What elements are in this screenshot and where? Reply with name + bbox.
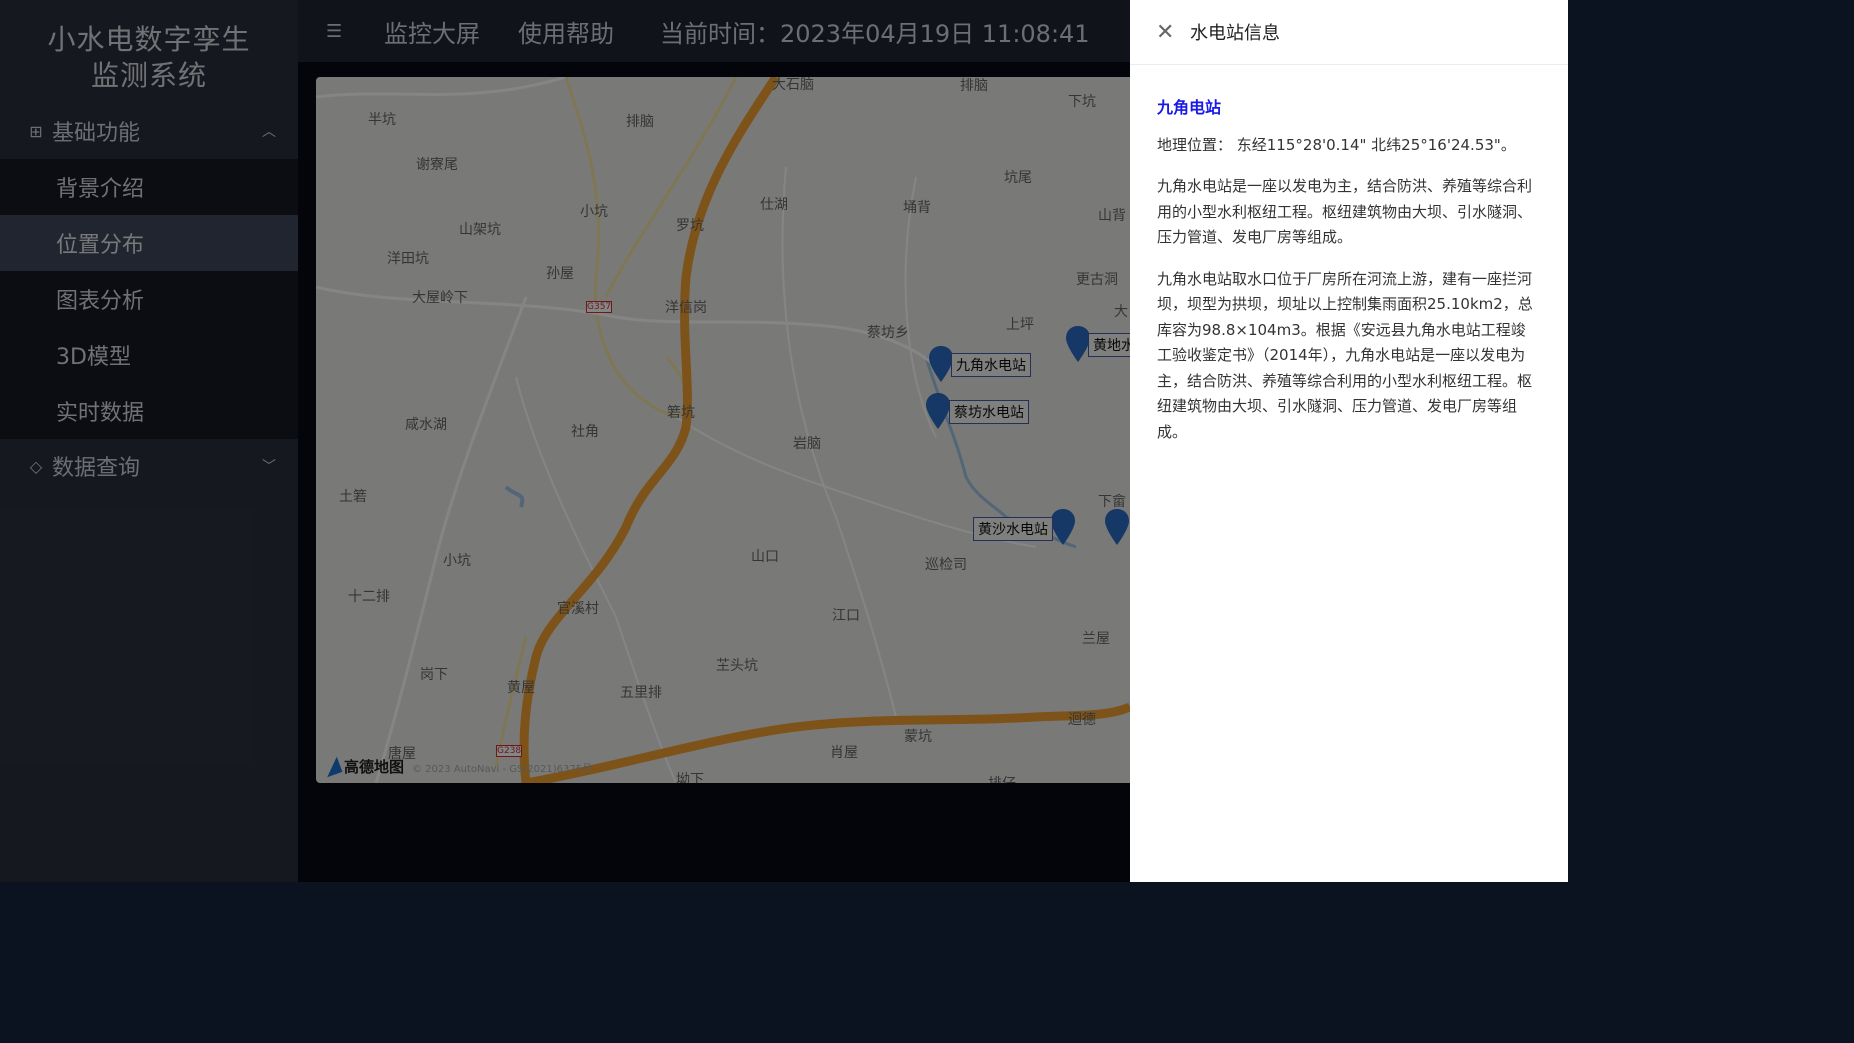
amap-logo-icon — [321, 756, 343, 777]
station-description-2: 九角水电站取水口位于厂房所在河流上游，建有一座拦河坝，坝型为拱坝，坝址以上控制集… — [1157, 269, 1533, 441]
station-marker-icon[interactable] — [1105, 509, 1129, 545]
menu-item-background[interactable]: 背景介绍 — [0, 159, 298, 215]
map-place: 下畲 — [1098, 494, 1126, 510]
help-link[interactable]: 使用帮助 — [518, 14, 614, 49]
map-place: 坳下 — [676, 772, 704, 783]
station-marker-icon[interactable] — [929, 346, 953, 382]
map-place: 排仔 — [988, 773, 1016, 783]
chevron-down-icon: ﹀ — [262, 459, 276, 475]
menu-group-basic[interactable]: ⊞ 基础功能 ︿ — [0, 103, 298, 159]
menu-item-label: 背景介绍 — [56, 177, 145, 202]
menu-item-location[interactable]: 位置分布 — [0, 215, 298, 271]
map-place: 孙屋 — [546, 266, 574, 282]
station-location: 地理位置： 东经115°28'0.14" 北纬25°16'24.53"。 — [1157, 135, 1516, 154]
menu-item-label: 图表分析 — [56, 289, 145, 314]
map-place: 下坑 — [1068, 94, 1096, 110]
map-place: 巡检司 — [925, 557, 967, 573]
map-place: 小坑 — [580, 204, 608, 220]
station-marker-icon[interactable] — [1051, 509, 1075, 545]
system-title-line2: 监测系统 — [90, 59, 207, 92]
station-label[interactable]: 蔡坊水电站 — [949, 400, 1029, 424]
station-name: 九角电站 — [1157, 98, 1222, 117]
map-place: 肖屋 — [830, 745, 858, 761]
drawer-title: 水电站信息 — [1190, 23, 1280, 44]
map-place: 咸水湖 — [405, 417, 447, 433]
map-place: 江口 — [832, 608, 860, 624]
map-place: 埇背 — [903, 200, 931, 216]
map-provider-logo: 高德地图 — [321, 756, 405, 777]
menu-item-charts[interactable]: 图表分析 — [0, 271, 298, 327]
tag-icon: ◇ — [29, 456, 43, 476]
current-time: 当前时间：2023年04月19日 11:08:41 — [660, 19, 1090, 48]
station-marker-icon[interactable] — [926, 393, 950, 429]
menu-item-label: 位置分布 — [56, 233, 145, 258]
map-copyright: © 2023 AutoNavi - GS(2021)6375号 — [412, 764, 593, 775]
submenu-basic: 背景介绍 位置分布 图表分析 3D模型 实时数据 — [0, 159, 298, 439]
map-place: 土箬 — [339, 489, 367, 505]
map-place: 十二排 — [348, 589, 390, 605]
menu-fold-icon[interactable]: ☰ — [326, 21, 346, 42]
map-place: 山背 — [1098, 208, 1126, 224]
map-place: 芏头坑 — [716, 658, 758, 674]
map-place: 排脑 — [626, 114, 654, 130]
station-label[interactable]: 黄沙水电站 — [973, 517, 1053, 541]
map-place: 蒙坑 — [904, 729, 932, 745]
map-place: 五里排 — [620, 685, 662, 701]
menu-group-query[interactable]: ◇ 数据查询 ﹀ — [0, 438, 298, 494]
map-place: 半坑 — [368, 112, 396, 128]
map-place: 社角 — [571, 424, 599, 440]
menu-item-realtime[interactable]: 实时数据 — [0, 383, 298, 439]
close-icon[interactable]: ✕ — [1156, 20, 1176, 45]
sidebar: 小水电数字孪生 监测系统 ⊞ 基础功能 ︿ 背景介绍 位置分布 图表分析 3D模… — [0, 0, 298, 882]
top-header: ☰ 监控大屏 使用帮助 当前时间：2023年04月19日 11:08:41 — [298, 0, 1198, 62]
menu-group-query-label: 数据查询 — [52, 456, 141, 481]
menu-item-label: 3D模型 — [56, 345, 131, 370]
highway-badge: G238 — [496, 745, 523, 757]
map-place: 排脑 — [960, 78, 988, 94]
map-place: 黄屋 — [507, 680, 535, 696]
map-provider-name: 高德地图 — [344, 758, 405, 776]
station-description-1: 九角水电站是一座以发电为主，结合防洪、养殖等综合利用的小型水利枢纽工程。枢纽建筑… — [1157, 177, 1533, 246]
map-place: 谢寮尾 — [416, 157, 458, 173]
map-place: 上坪 — [1006, 317, 1034, 333]
menu-group-basic-label: 基础功能 — [52, 121, 141, 146]
map-place: 箬坑 — [667, 405, 695, 421]
drawer-header: ✕ 水电站信息 — [1130, 0, 1568, 65]
map-place: 洋田坑 — [387, 251, 429, 267]
map-place: 岗下 — [420, 667, 448, 683]
map-place: 大石脑 — [772, 77, 814, 93]
station-label[interactable]: 黄地水 — [1088, 333, 1130, 357]
map-place: 迴德 — [1068, 712, 1096, 728]
map-place: 洋信岗 — [665, 300, 707, 316]
map-place: 山架坑 — [459, 222, 501, 238]
chevron-up-icon: ︿ — [262, 124, 276, 140]
highway-badge: G357 — [586, 301, 613, 313]
map-place: 罗坑 — [676, 218, 704, 234]
monitor-screen-link[interactable]: 监控大屏 — [384, 14, 480, 49]
map-place: 大屋岭下 — [412, 290, 468, 306]
map-place: 坑尾 — [1004, 170, 1032, 186]
map-place: 兰屋 — [1082, 631, 1110, 647]
station-label[interactable]: 九角水电站 — [951, 353, 1031, 377]
map-place: 大 — [1114, 304, 1128, 320]
map-place: 蔡坊乡 — [867, 325, 909, 341]
map-place: 仕湖 — [760, 197, 788, 213]
system-title-line1: 小水电数字孪生 — [47, 23, 251, 56]
map-place: 官溪村 — [557, 601, 599, 617]
menu-item-3d-model[interactable]: 3D模型 — [0, 327, 298, 383]
grid-icon: ⊞ — [29, 121, 43, 141]
map-place: 小坑 — [443, 553, 471, 569]
station-info-drawer: ✕ 水电站信息 九角电站 地理位置： 东经115°28'0.14" 北纬25°1… — [1130, 0, 1568, 882]
map-place: 山口 — [751, 549, 779, 565]
drawer-body: 九角电站 地理位置： 东经115°28'0.14" 北纬25°16'24.53"… — [1130, 65, 1568, 445]
map-place: 岩脑 — [793, 436, 821, 452]
menu-item-label: 实时数据 — [56, 401, 145, 426]
map-place: 更古洞 — [1076, 272, 1118, 288]
system-title: 小水电数字孪生 监测系统 — [0, 22, 298, 94]
map-view[interactable]: 大石脑 排脑 下坑 半坑 排脑 谢寮尾 小坑 罗坑 仕湖 坑尾 埇背 山背 山架… — [316, 77, 1130, 783]
station-marker-icon[interactable] — [1066, 326, 1090, 362]
